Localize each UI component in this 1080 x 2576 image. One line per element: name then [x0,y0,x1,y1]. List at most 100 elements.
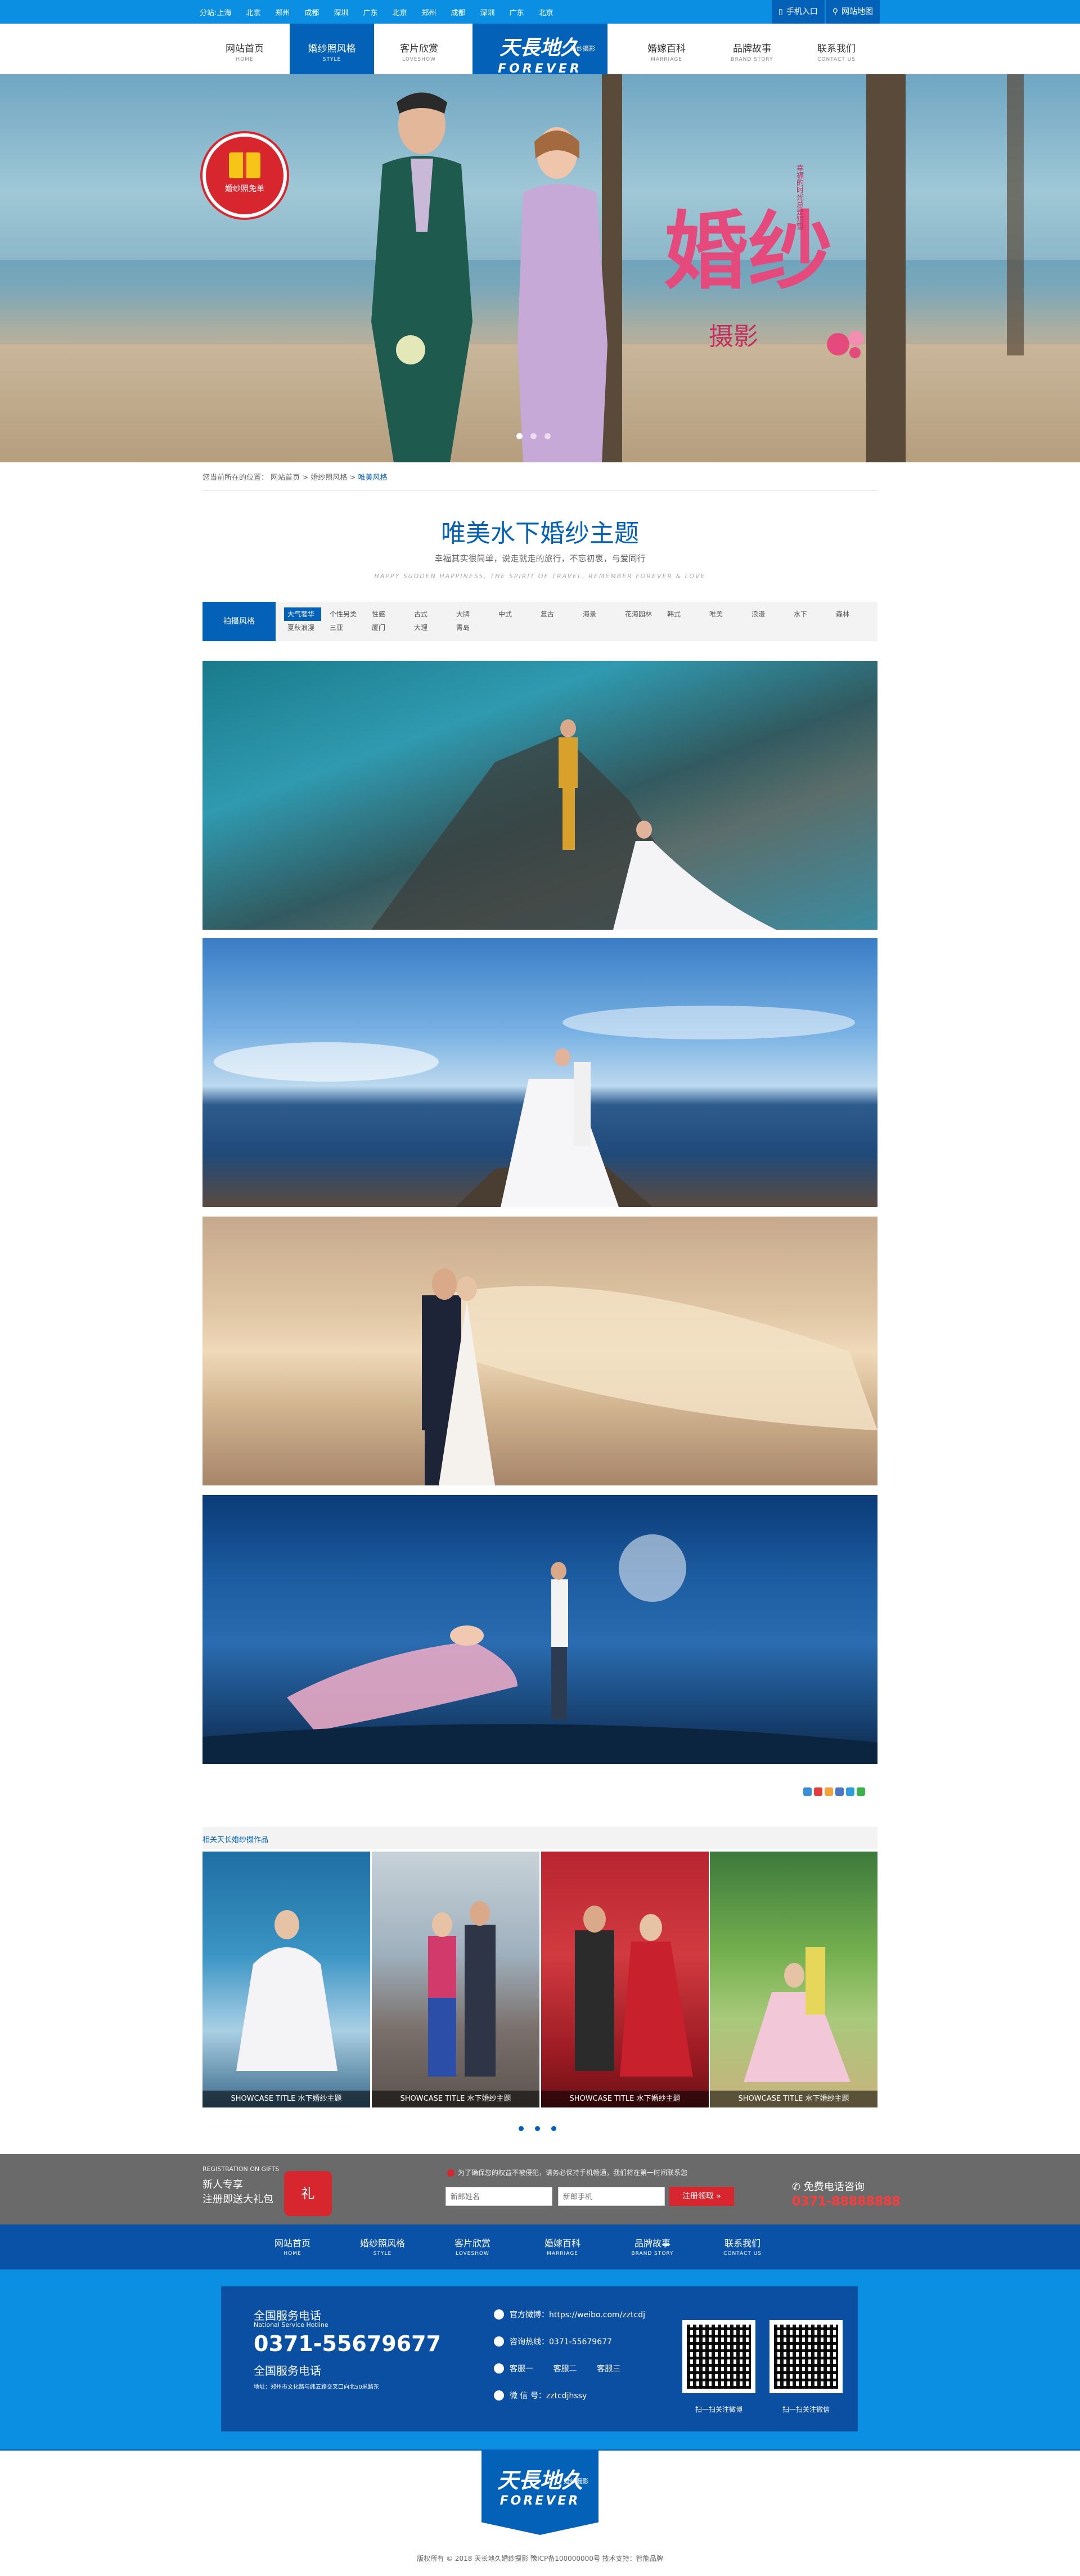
filter-tag[interactable]: 大理 [411,621,453,634]
city-link[interactable]: 广东 [363,7,377,17]
filter-tag[interactable]: 三亚 [326,621,368,634]
rose-decoration [821,322,872,361]
footer-nav-home[interactable]: 网站首页 HOME [248,2236,338,2257]
nav-marriage[interactable]: 婚嫁百科 MARRIAGE [624,24,709,74]
city-link[interactable]: 北京 [539,7,554,17]
thumb-caption: SHOWCASE TITLE 水下婚纱主题 [372,2091,539,2107]
couple-by-sea [214,1006,855,1207]
filter-tag[interactable]: 浪漫 [748,607,790,621]
share-qzone-icon[interactable] [803,1787,812,1796]
filter-tag[interactable]: 厦门 [368,621,411,634]
filter-label: 拍摄风格 [202,602,276,641]
nav-contact[interactable]: 联系我们 CONTACT US [794,24,879,74]
registration-notice: 为了确保您的权益不被侵犯，请务必保持手机畅通，我们将在第一时间联系您 [447,2168,687,2177]
related-thumb[interactable]: SHOWCASE TITLE 水下婚纱主题 [710,1852,878,2107]
related-pagination [519,2126,556,2131]
filter-tag[interactable]: 夏秋浪漫 [284,621,326,634]
groom-name-input[interactable] [446,2187,552,2206]
qq-line[interactable]: 客服一 客服二 客服三 [494,2363,620,2374]
mobile-entry-link[interactable]: ▯ 手机入口 [772,0,825,24]
share-weibo-icon[interactable] [814,1787,822,1796]
city-link[interactable]: 北京 [392,7,407,17]
city-link[interactable]: 广东 [510,7,524,17]
footer-nav-brand[interactable]: 品牌故事 BRAND STORY [608,2236,698,2257]
share-douban-icon[interactable] [846,1787,854,1796]
page-dot[interactable] [535,2126,540,2131]
filter-tag[interactable]: 海景 [579,607,622,621]
hotline-number[interactable]: 0371-88888888 [792,2195,901,2209]
nav-loveshow[interactable]: 客片欣赏 LOVESHOW [377,24,461,74]
breadcrumb-home[interactable]: 网站首页 [271,474,300,482]
map-pin-icon: ⚲ [832,7,838,16]
wechat-icon [494,2390,504,2401]
filter-tag[interactable]: 大气奢华 [284,607,321,621]
city-link[interactable]: 郑州 [275,7,290,17]
footer-nav-style[interactable]: 婚纱照风格 STYLE [338,2236,428,2257]
weibo-line[interactable]: 官方微博：https://weibo.com/zztcdj [494,2309,645,2320]
filter-tag[interactable]: 水下 [790,607,832,621]
breadcrumb-current[interactable]: 唯美风格 [358,474,388,482]
groom-figure [371,92,472,462]
alert-icon [447,2169,454,2177]
palm-trunk [866,74,906,462]
thumb-image [744,1947,850,2082]
nav-style[interactable]: 婚纱照风格 STYLE [290,24,374,74]
weibo-qr-code [682,2320,755,2393]
top-right-links: ▯ 手机入口 ⚲ 网站地图 [772,0,881,24]
related-thumb[interactable]: SHOWCASE TITLE 水下婚纱主题 [541,1852,709,2107]
gift-bag-icon: 礼 [284,2171,332,2216]
city-link[interactable]: 北京 [246,7,260,17]
wechat-line[interactable]: 微 信 号：zztcdjhssy [494,2390,587,2401]
slide-dot[interactable] [544,433,551,439]
filter-tag[interactable]: 个性另类 [326,607,368,621]
share-tqq-icon[interactable] [825,1787,833,1796]
nav-home[interactable]: 网站首页 HOME [202,24,287,74]
related-title: 相关天长婚纱摄作品 [202,1836,269,1844]
filter-tag[interactable]: 古式 [411,607,453,621]
filter-tag[interactable]: 复古 [537,607,579,621]
groom-phone-input[interactable] [558,2187,665,2206]
hero-title: 婚纱 摄影 [664,202,833,351]
slide-dot[interactable] [530,433,537,439]
tel-line[interactable]: 咨询热线：0371-55679677 [494,2336,612,2347]
city-link[interactable]: 分站:上海 [200,7,231,17]
filter-tag[interactable]: 中式 [495,607,537,621]
register-button[interactable]: 注册领取 » [669,2187,734,2206]
gallery-photo [202,938,878,1207]
city-link[interactable]: 成都 [304,7,319,17]
filter-tag[interactable]: 唯美 [706,607,748,621]
footer-nav-contact[interactable]: 联系我们 CONTACT US [698,2236,788,2257]
filter-tag[interactable]: 韩式 [664,607,706,621]
related-thumb[interactable]: SHOWCASE TITLE 水下婚纱主题 [372,1852,539,2107]
free-wedding-badge[interactable]: 婚纱照免单 [202,133,287,218]
filter-tag[interactable]: 性感 [368,607,411,621]
site-map-link[interactable]: ⚲ 网站地图 [825,0,880,24]
share-renren-icon[interactable] [835,1787,844,1796]
slide-dot[interactable] [516,433,523,439]
page-dot[interactable] [551,2126,556,2131]
couple-on-rocks [371,719,776,930]
breadcrumb-style[interactable]: 婚纱照风格 [310,474,347,482]
nav-brand-story[interactable]: 品牌故事 BRAND STORY [710,24,794,74]
filter-tag[interactable]: 大牌 [453,607,495,621]
hotline-number[interactable]: 0371-55679677 [254,2331,441,2356]
footer-nav-marriage[interactable]: 婚嫁百科 MARRIAGE [518,2236,608,2257]
city-link[interactable]: 成都 [451,7,466,17]
phone-icon [494,2336,504,2347]
footer-nav-loveshow[interactable]: 客片欣赏 LOVESHOW [428,2236,518,2257]
filter-tag[interactable]: 森林 [832,607,875,621]
footer-logo[interactable]: 天長地久 婚纱摄影 FOREVER [482,2451,598,2535]
hero-banner[interactable]: 婚纱照免单 婚纱 摄影 幸福的时光总是短暂 [0,74,1080,462]
page-dot[interactable] [519,2126,524,2131]
related-thumb[interactable]: SHOWCASE TITLE 水下婚纱主题 [202,1852,370,2107]
city-link[interactable]: 郑州 [421,7,436,17]
contact-box: 全国服务电话 National Service Hotline 0371-556… [221,2286,858,2431]
share-wechat-icon[interactable] [857,1787,865,1796]
main-nav: 网站首页 HOME 婚纱照风格 STYLE 客片欣赏 LOVESHOW 天長地久 婚纱… [0,24,1080,84]
filter-tag[interactable]: 青岛 [453,621,495,634]
wechat-qr-code [770,2320,843,2393]
city-link[interactable]: 深圳 [480,7,495,17]
filter-tag[interactable]: 花海园林 [622,607,664,621]
thumb-caption: SHOWCASE TITLE 水下婚纱主题 [541,2091,709,2107]
city-link[interactable]: 深圳 [334,7,348,17]
